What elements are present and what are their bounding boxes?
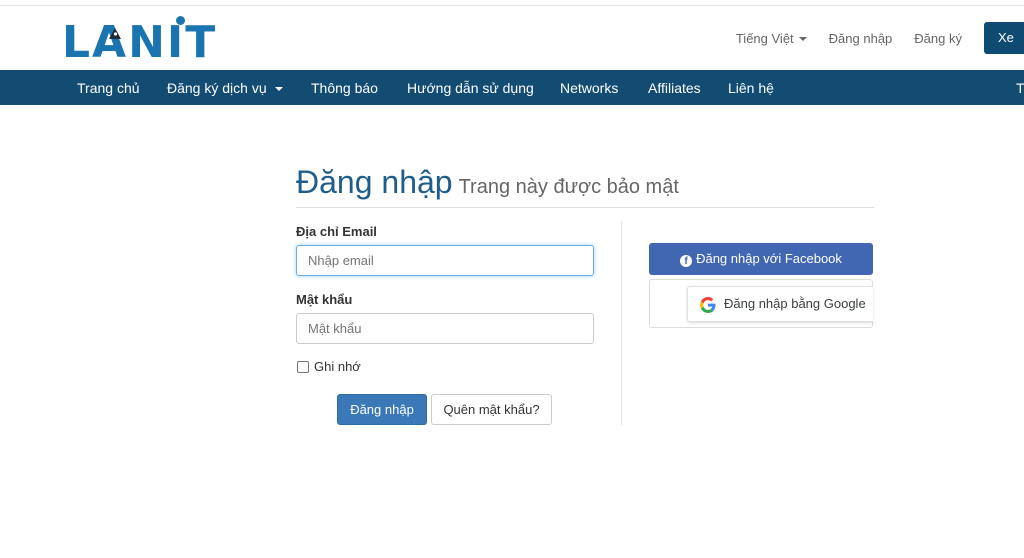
- remember-checkbox[interactable]: [297, 361, 309, 373]
- title-divider: [296, 207, 874, 208]
- facebook-login-label: Đăng nhập với Facebook: [696, 251, 842, 266]
- remember-label[interactable]: Ghi nhớ: [314, 359, 361, 374]
- page-title: Đăng nhập Trang này được bảo mật: [296, 164, 679, 201]
- column-divider: [621, 221, 622, 425]
- cart-button[interactable]: Xe: [984, 22, 1024, 54]
- password-label: Mật khẩu: [296, 292, 353, 307]
- password-field[interactable]: [296, 313, 594, 344]
- forgot-password-button[interactable]: Quên mật khẩu?: [431, 394, 552, 425]
- google-login-button[interactable]: Đăng nhập bằng Google: [687, 286, 873, 322]
- nav-item-announcements[interactable]: Thông báo: [311, 80, 378, 96]
- chevron-down-icon: [798, 37, 807, 42]
- nav-item-affiliates[interactable]: Affiliates: [648, 80, 701, 96]
- facebook-icon: f: [680, 255, 693, 267]
- email-field[interactable]: [296, 245, 594, 276]
- google-login-label: Đăng nhập bằng Google: [724, 296, 866, 311]
- page-heading: Đăng nhập: [296, 164, 453, 200]
- nav-item-home[interactable]: Trang chủ: [77, 80, 140, 96]
- nav-item-services[interactable]: Đăng ký dịch vụ: [167, 80, 283, 96]
- language-label: Tiếng Việt: [735, 30, 794, 46]
- logo-bird-icon: [109, 28, 121, 39]
- language-selector[interactable]: Tiếng Việt: [736, 31, 807, 46]
- chevron-down-icon: [274, 87, 283, 92]
- nav-item-services-label: Đăng ký dịch vụ: [167, 80, 267, 96]
- google-icon: [700, 297, 716, 313]
- site-logo[interactable]: LANIT: [62, 21, 217, 65]
- nav-item-networks[interactable]: Networks: [560, 80, 618, 96]
- main-nav: Trang chủ Đăng ký dịch vụ Thông báo Hướn…: [0, 70, 1024, 105]
- nav-item-guide[interactable]: Hướng dẫn sử dụng: [407, 80, 534, 96]
- page-subtitle: Trang này được bảo mật: [458, 176, 679, 198]
- logo-dot-icon: [176, 16, 185, 25]
- nav-item-right-cut[interactable]: T: [1016, 80, 1024, 96]
- facebook-login-button[interactable]: f Đăng nhập với Facebook: [649, 243, 873, 275]
- top-login-link[interactable]: Đăng nhập: [829, 31, 893, 46]
- email-label: Địa chỉ Email: [296, 224, 377, 239]
- nav-item-contact[interactable]: Liên hệ: [728, 80, 774, 96]
- top-links: Tiếng Việt Đăng nhập Đăng ký Xe: [736, 6, 1024, 70]
- login-button[interactable]: Đăng nhập: [337, 394, 427, 425]
- top-register-link[interactable]: Đăng ký: [914, 31, 962, 46]
